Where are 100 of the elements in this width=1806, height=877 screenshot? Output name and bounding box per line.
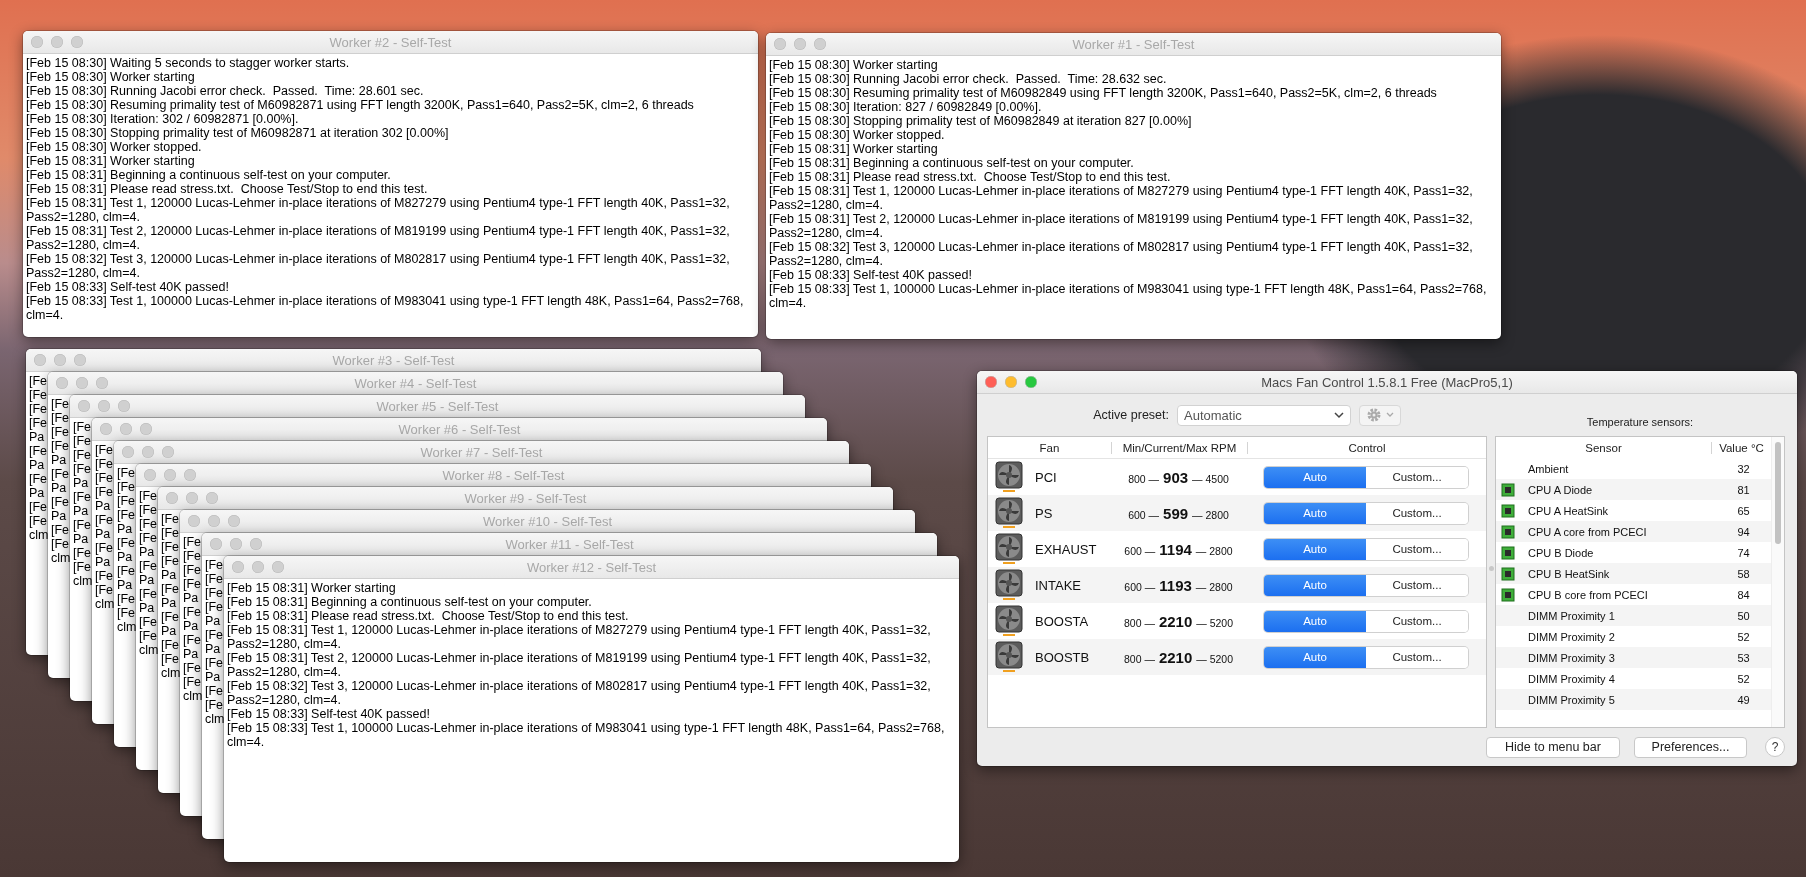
log-line: [Feb 15 08:30] Worker starting	[26, 70, 195, 84]
zoom-button[interactable]	[71, 36, 83, 48]
close-button[interactable]	[34, 354, 46, 366]
fan-name: BOOSTA	[1035, 613, 1089, 629]
chevron-icon	[1386, 412, 1394, 418]
minimize-button[interactable]	[186, 492, 198, 504]
log-line: Pa	[139, 573, 155, 587]
minimize-button[interactable]	[164, 469, 176, 481]
mode-segment[interactable]: Custom...	[1366, 646, 1468, 668]
log-line: [Fe	[139, 489, 158, 503]
close-button[interactable]	[122, 446, 134, 458]
log-line: [Fe	[139, 559, 158, 573]
log-line: [Fe	[205, 586, 224, 600]
zoom-button[interactable]	[74, 354, 86, 366]
log-line: [Fe	[117, 494, 136, 508]
gear-button[interactable]	[1359, 404, 1401, 426]
close-button[interactable]	[78, 400, 90, 412]
minimize-button[interactable]	[794, 38, 806, 50]
log-line: [Fe	[205, 656, 224, 670]
sensor-name: CPU A core from PCECI	[1527, 525, 1648, 538]
rpm-max: — 5200	[1196, 616, 1234, 629]
split-handle[interactable]	[1489, 566, 1494, 571]
minimize-button[interactable]	[252, 561, 264, 573]
chevron-icon	[1334, 411, 1344, 419]
rpm-max: — 2800	[1192, 508, 1229, 521]
minimize-button[interactable]	[208, 515, 220, 527]
mode-segment[interactable]: Custom...	[1366, 574, 1468, 596]
close-button[interactable]	[144, 469, 156, 481]
chip-icon	[1501, 524, 1515, 539]
close-button[interactable]	[985, 376, 997, 388]
fan-name: PS	[1035, 505, 1053, 521]
log-line: Pa	[117, 578, 133, 592]
zoom-button[interactable]	[250, 538, 262, 550]
log-line: [Feb 15 08:32] Test 3, 120000 Lucas-Lehmer in-place iterations of M802817 using Pentium4 type-1 FFT length 40K, Pass1=32, Pass2=1280, clm=4.	[227, 679, 932, 707]
chip-icon	[1501, 482, 1515, 497]
log-line: clm	[139, 643, 159, 657]
minimize-button[interactable]	[51, 36, 63, 48]
log-line: [Fe	[95, 471, 114, 485]
zoom-button[interactable]	[140, 423, 152, 435]
log-line: Pa	[95, 499, 111, 513]
log-line: [Feb 15 08:31] Test 1, 120000 Lucas-Lehmer in-place iterations of M827279 using Pentium4 type-1 FFT length 40K, Pass1=32, Pass2=1280, clm=4.	[227, 623, 932, 651]
rpm-min: 800 —	[1123, 652, 1155, 665]
minimize-button[interactable]	[54, 354, 66, 366]
log-line: [Feb 15 08:31] Beginning a continuous self-test on your computer.	[26, 168, 391, 182]
window-title: Worker #4 - Self-Test	[354, 375, 477, 391]
log-line: Pa	[161, 568, 177, 582]
close-button[interactable]	[232, 561, 244, 573]
minimize-button[interactable]	[98, 400, 110, 412]
zoom-button[interactable]	[814, 38, 826, 50]
preset-dropdown[interactable]: Automatic	[1177, 404, 1351, 426]
rpm-max: — 2800	[1195, 544, 1233, 557]
zoom-button[interactable]	[228, 515, 240, 527]
minimize-button[interactable]	[120, 423, 132, 435]
zoom-button[interactable]	[184, 469, 196, 481]
mode-segment[interactable]: Auto	[1264, 646, 1366, 668]
fan-icon	[995, 605, 1023, 637]
mode-segment[interactable]: Auto	[1264, 502, 1366, 524]
sensor-value: 52	[1736, 672, 1751, 685]
log-line: clm	[183, 689, 203, 703]
push-button[interactable]: Hide to menu bar	[1486, 736, 1620, 758]
zoom-button[interactable]	[162, 446, 174, 458]
sensor-name: DIMM Proximity 3	[1527, 651, 1616, 664]
log-line: [Feb 15 08:30] Worker starting	[769, 58, 938, 72]
zoom-button[interactable]	[272, 561, 284, 573]
close-button[interactable]	[56, 377, 68, 389]
help-button[interactable]: ?	[1765, 737, 1785, 757]
mode-segment[interactable]: Custom...	[1366, 502, 1468, 524]
close-button[interactable]	[31, 36, 43, 48]
log-line: [Feb 15 08:30] Running Jacobi error check. Passed. Time: 28.632 sec.	[769, 72, 1167, 86]
close-button[interactable]	[188, 515, 200, 527]
minimize-button[interactable]	[142, 446, 154, 458]
minimize-button[interactable]	[76, 377, 88, 389]
window-title: Worker #1 - Self-Test	[1072, 36, 1195, 52]
log-line: Pa	[139, 545, 155, 559]
scrollbar[interactable]	[1771, 437, 1784, 727]
window-title: Worker #11 - Self-Test	[505, 536, 634, 552]
minimize-button[interactable]	[1005, 376, 1017, 388]
log-line: [Fe	[205, 600, 224, 614]
scrollbar-thumb[interactable]	[1775, 442, 1781, 544]
minimize-button[interactable]	[230, 538, 242, 550]
close-button[interactable]	[100, 423, 112, 435]
push-button[interactable]: Preferences...	[1634, 736, 1747, 758]
fan-name: BOOSTB	[1035, 649, 1090, 665]
zoom-button[interactable]	[206, 492, 218, 504]
zoom-button[interactable]	[96, 377, 108, 389]
rpm-current: 903	[1163, 468, 1189, 486]
mode-segment[interactable]: Auto	[1264, 574, 1366, 596]
zoom-button[interactable]	[118, 400, 130, 412]
mode-segment[interactable]: Auto	[1264, 538, 1366, 560]
log-line: [Fe	[161, 582, 180, 596]
rpm-max: — 4500	[1192, 472, 1229, 485]
close-button[interactable]	[774, 38, 786, 50]
log-line: clm	[73, 574, 93, 588]
close-button[interactable]	[210, 538, 222, 550]
mode-segment[interactable]: Auto	[1264, 610, 1366, 632]
mode-segment[interactable]: Auto	[1264, 466, 1366, 488]
sensor-name: CPU A Diode	[1527, 483, 1594, 496]
fan-name: INTAKE	[1035, 577, 1081, 593]
close-button[interactable]	[166, 492, 178, 504]
zoom-button[interactable]	[1025, 376, 1037, 388]
